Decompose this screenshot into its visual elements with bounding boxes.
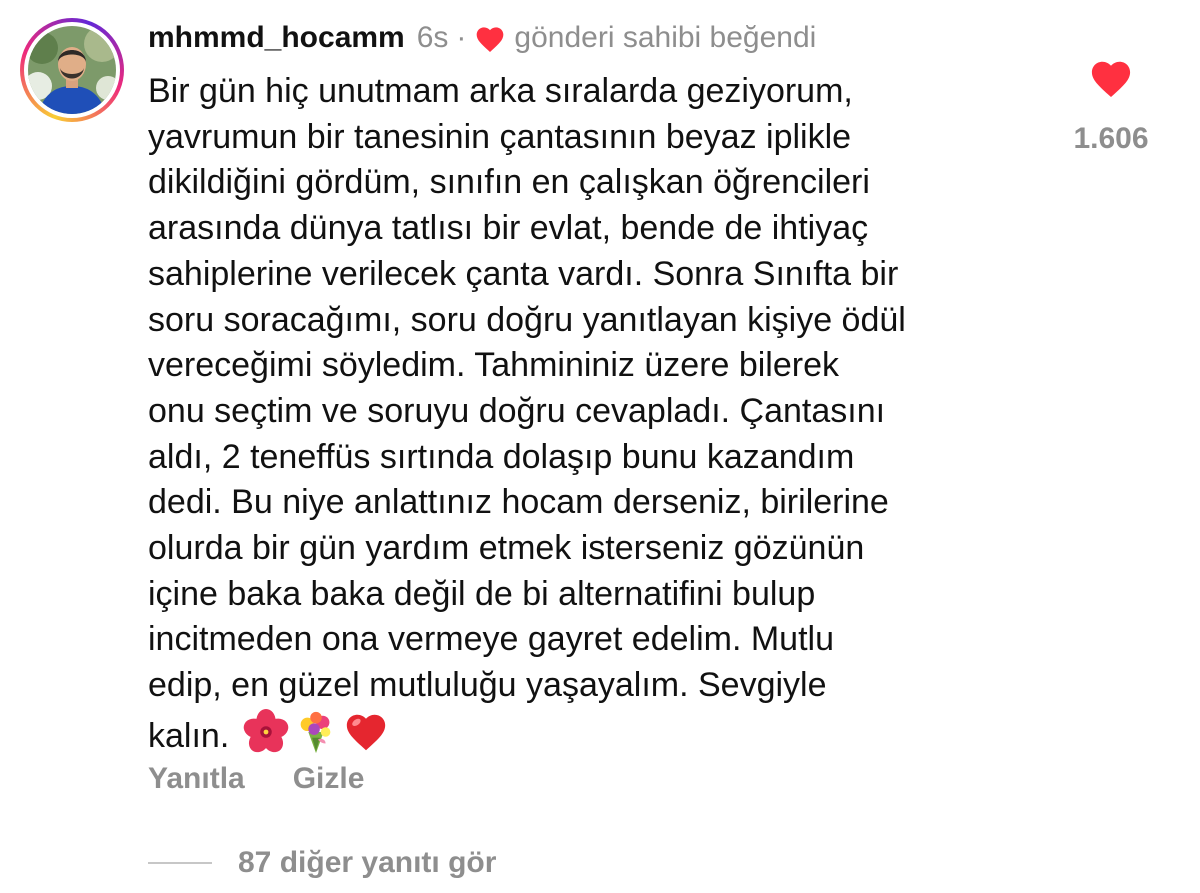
username[interactable]: mhmmd_hocamm — [148, 18, 405, 58]
like-count[interactable]: 1.606 — [1056, 122, 1166, 156]
hide-button[interactable]: Gizle — [293, 762, 365, 796]
reply-button[interactable]: Yanıtla — [148, 762, 245, 796]
avatar-story-ring[interactable] — [20, 18, 124, 122]
avatar — [28, 26, 116, 114]
red-heart-emoji — [346, 714, 385, 751]
comment-actions: Yanıtla Gizle — [148, 762, 364, 796]
separator-dot: · — [456, 21, 467, 54]
view-more-replies-label[interactable]: 87 diğer yanıtı gör — [238, 846, 496, 880]
comment-meta: mhmmd_hocamm 6s · gönderi sahibi beğendi — [148, 18, 1048, 58]
comment: mhmmd_hocamm 6s · gönderi sahibi beğendi… — [148, 18, 1048, 760]
heart-icon — [477, 27, 504, 52]
view-more-replies[interactable]: 87 diğer yanıtı gör — [148, 846, 496, 880]
liked-by-author-label: gönderi sahibi beğendi — [514, 21, 817, 54]
heart-icon[interactable] — [1088, 56, 1134, 98]
timestamp: 6s — [416, 21, 449, 54]
bouquet-emoji — [300, 711, 331, 753]
hibiscus-emoji — [243, 708, 288, 753]
comment-like: 1.606 — [1056, 56, 1166, 156]
comment-body-text: Bir gün hiç unutmam arka sıralarda geziy… — [148, 72, 906, 755]
avatar-ring-gap — [24, 22, 120, 118]
replies-divider-line — [148, 862, 212, 864]
comment-body: Bir gün hiç unutmam arka sıralarda geziy… — [148, 69, 1048, 760]
